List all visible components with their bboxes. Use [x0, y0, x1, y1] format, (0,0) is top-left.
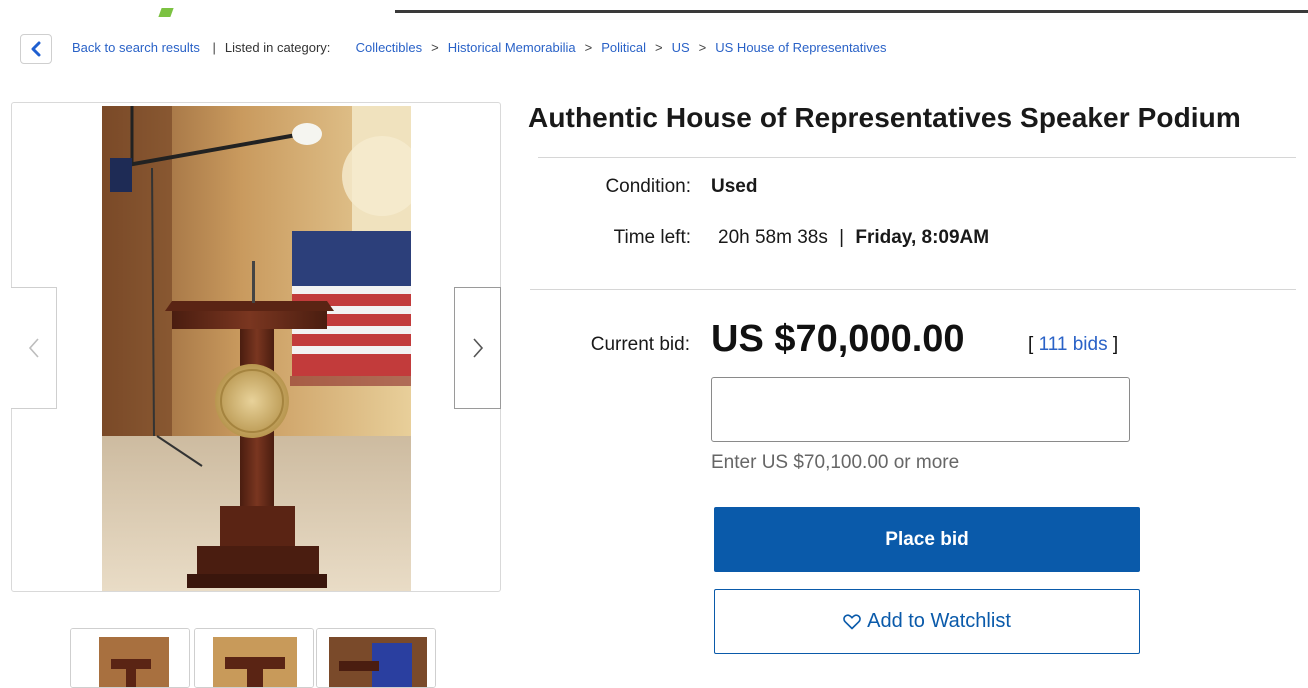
bracket-close: ]: [1112, 334, 1119, 355]
thumbnail-image: [71, 629, 189, 687]
bracket-open: [: [1028, 334, 1034, 355]
current-bid-value: US $70,000.00: [711, 318, 965, 360]
watchlist-label: Add to Watchlist: [867, 610, 1011, 632]
breadcrumb-us[interactable]: US: [672, 40, 690, 55]
back-to-results-link[interactable]: Back to search results: [72, 40, 200, 55]
divider: [530, 289, 1296, 290]
time-divider: |: [839, 227, 845, 248]
thumbnail[interactable]: [70, 628, 190, 688]
bid-count: [ 111 bids ]: [1028, 334, 1118, 356]
listed-in-label: Listed in category:: [224, 40, 331, 55]
image-gallery: [11, 102, 501, 592]
breadcrumb: Back to search results | Listed in catego…: [72, 40, 887, 55]
thumbnail[interactable]: [316, 628, 436, 688]
back-button[interactable]: [20, 34, 52, 64]
main-listing-photo[interactable]: [102, 106, 411, 591]
gallery-next-button[interactable]: [454, 287, 501, 409]
breadcrumb-us-house[interactable]: US House of Representatives: [715, 40, 886, 55]
breadcrumb-chevron: >: [431, 40, 439, 55]
place-bid-button[interactable]: Place bid: [714, 507, 1140, 572]
add-to-watchlist-button[interactable]: Add to Watchlist: [714, 589, 1140, 654]
breadcrumb-chevron: >: [698, 40, 707, 55]
breadcrumb-divider: |: [212, 40, 216, 55]
thumbnail[interactable]: [194, 628, 314, 688]
listing-title: Authentic House of Representatives Speak…: [528, 102, 1241, 133]
chevron-left-icon: [28, 338, 39, 358]
breadcrumb-historical-memorabilia[interactable]: Historical Memorabilia: [448, 40, 576, 55]
current-bid-label: Current bid:: [590, 334, 690, 355]
time-left-label: Time left:: [613, 227, 691, 248]
gallery-prev-button[interactable]: [11, 287, 57, 409]
divider: [538, 157, 1296, 158]
time-left-info: 20h 58m 38s | Friday, 8:09AM: [718, 227, 989, 249]
chevron-right-icon: [472, 338, 483, 358]
time-left-value: 20h 58m 38s: [718, 227, 828, 248]
condition-value: Used: [711, 176, 758, 197]
chevron-left-icon: [31, 41, 41, 57]
end-time: Friday, 8:09AM: [855, 227, 990, 248]
logo-fragment: [158, 8, 174, 17]
bid-hint: Enter US $70,100.00 or more: [711, 452, 960, 473]
thumbnail-image: [317, 629, 435, 687]
condition-label: Condition:: [605, 176, 691, 197]
breadcrumb-chevron: >: [584, 40, 593, 55]
thumbnail-image: [195, 629, 313, 687]
bid-history-link[interactable]: 111 bids: [1039, 334, 1108, 355]
breadcrumb-chevron: >: [655, 40, 663, 55]
heart-outline-icon: [843, 614, 861, 629]
bid-amount-input[interactable]: [711, 377, 1130, 442]
breadcrumb-collectibles[interactable]: Collectibles: [356, 40, 422, 55]
breadcrumb-political[interactable]: Political: [601, 40, 646, 55]
header-divider: [395, 10, 1308, 13]
